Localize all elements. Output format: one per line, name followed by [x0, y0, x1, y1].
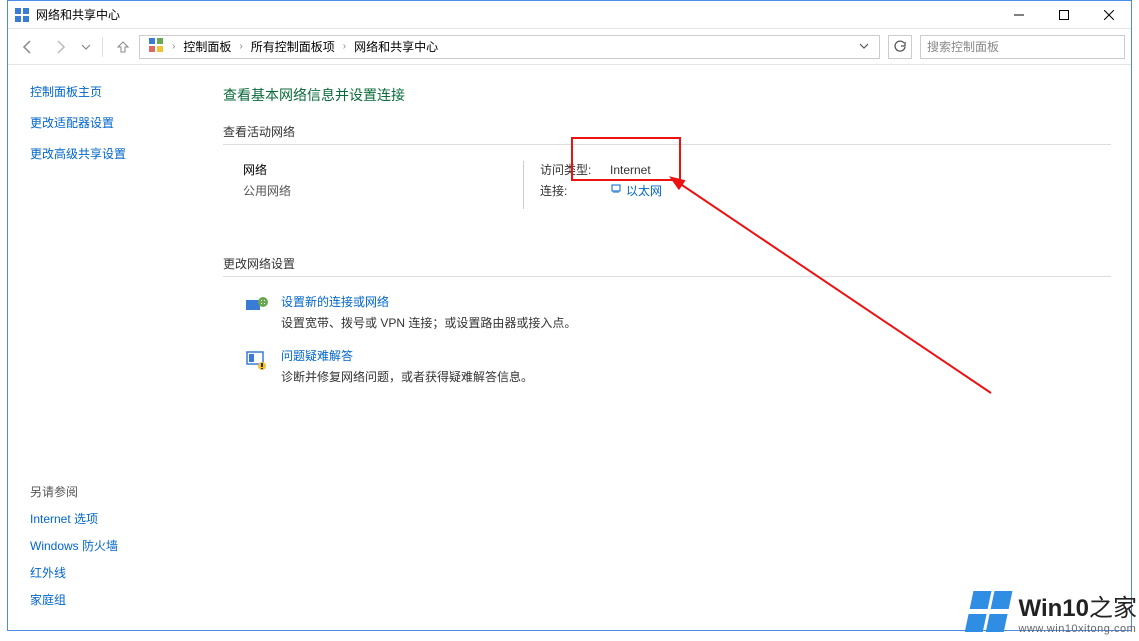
breadcrumb-item[interactable]: 所有控制面板项: [247, 38, 339, 55]
see-also-firewall[interactable]: Windows 防火墙: [30, 537, 191, 554]
search-input[interactable]: 搜索控制面板: [920, 35, 1125, 59]
change-settings-header: 更改网络设置: [223, 255, 1111, 272]
breadcrumb[interactable]: › 控制面板 › 所有控制面板项 › 网络和共享中心: [139, 35, 880, 59]
breadcrumb-item[interactable]: 网络和共享中心: [350, 38, 442, 55]
search-placeholder: 搜索控制面板: [927, 38, 999, 55]
breadcrumb-dropdown[interactable]: [853, 40, 875, 54]
forward-button[interactable]: [46, 33, 74, 61]
option-new-connection-desc: 设置宽带、拨号或 VPN 连接；或设置路由器或接入点。: [281, 314, 576, 331]
minimize-button[interactable]: [996, 1, 1041, 28]
chevron-right-icon: ›: [341, 41, 348, 52]
content-area: 查看基本网络信息并设置连接 查看活动网络 网络 公用网络 访问类型: Inter…: [203, 65, 1131, 630]
up-button[interactable]: [111, 35, 135, 59]
see-also-homegroup[interactable]: 家庭组: [30, 591, 191, 608]
option-troubleshoot-desc: 诊断并修复网络问题，或者获得疑难解答信息。: [281, 368, 533, 385]
active-networks-header: 查看活动网络: [223, 123, 1111, 140]
titlebar: 网络和共享中心: [8, 1, 1131, 29]
see-also-infrared[interactable]: 红外线: [30, 564, 191, 581]
option-new-connection-link[interactable]: 设置新的连接或网络: [281, 293, 576, 310]
see-also-header: 另请参阅: [30, 483, 191, 500]
vertical-divider: [523, 161, 524, 209]
breadcrumb-item[interactable]: 控制面板: [179, 38, 235, 55]
window-title: 网络和共享中心: [36, 6, 120, 23]
divider: [223, 144, 1111, 145]
connection-link[interactable]: 以太网: [610, 182, 662, 199]
new-connection-icon: [243, 293, 271, 321]
ethernet-icon: [610, 183, 622, 198]
access-type-value: Internet: [610, 163, 651, 177]
connection-label: 连接:: [540, 182, 610, 199]
option-troubleshoot-link[interactable]: 问题疑难解答: [281, 347, 533, 364]
see-also-internet-options[interactable]: Internet 选项: [30, 510, 191, 527]
connection-value: 以太网: [626, 182, 662, 199]
active-network-row: 网络 公用网络 访问类型: Internet 连接:: [223, 161, 1111, 209]
network-name: 网络: [243, 161, 523, 178]
sidebar: 控制面板主页 更改适配器设置 更改高级共享设置 另请参阅 Internet 选项…: [8, 65, 203, 630]
troubleshoot-icon: [243, 347, 271, 375]
access-type-label: 访问类型:: [540, 161, 610, 178]
network-type: 公用网络: [243, 182, 523, 199]
page-heading: 查看基本网络信息并设置连接: [223, 85, 1111, 105]
recent-dropdown[interactable]: [78, 33, 94, 61]
divider: [223, 276, 1111, 277]
sidebar-home-link[interactable]: 控制面板主页: [30, 83, 191, 100]
maximize-button[interactable]: [1041, 1, 1086, 28]
back-button[interactable]: [14, 33, 42, 61]
app-icon: [14, 7, 30, 23]
option-new-connection: 设置新的连接或网络 设置宽带、拨号或 VPN 连接；或设置路由器或接入点。: [223, 293, 1111, 331]
close-button[interactable]: [1086, 1, 1131, 28]
refresh-button[interactable]: [888, 35, 912, 59]
breadcrumb-icon[interactable]: [144, 37, 168, 56]
sidebar-link-sharing[interactable]: 更改高级共享设置: [30, 145, 191, 162]
chevron-right-icon: ›: [237, 41, 244, 52]
chevron-right-icon: ›: [170, 41, 177, 52]
option-troubleshoot: 问题疑难解答 诊断并修复网络问题，或者获得疑难解答信息。: [223, 347, 1111, 385]
sidebar-link-adapter[interactable]: 更改适配器设置: [30, 114, 191, 131]
navbar: › 控制面板 › 所有控制面板项 › 网络和共享中心 搜索控制面板: [8, 29, 1131, 65]
